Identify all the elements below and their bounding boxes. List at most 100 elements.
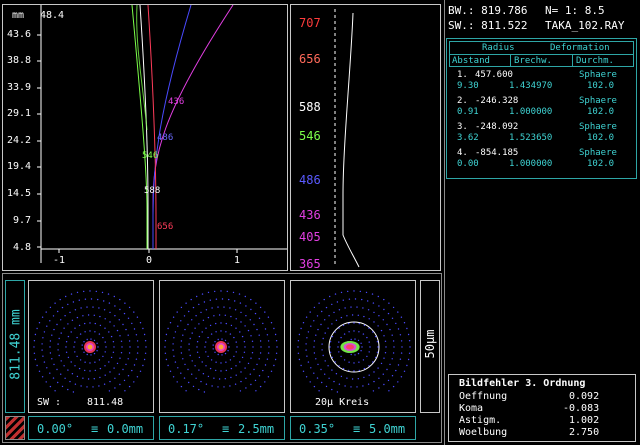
grid-dot (109, 380, 111, 383)
grid-dot (136, 340, 139, 342)
grid-dot (190, 298, 192, 301)
grid-dot (391, 334, 393, 336)
grid-dot (133, 381, 135, 383)
grid-dot (191, 360, 193, 362)
grid-dot (363, 376, 365, 379)
aberration-label: Woelbung (459, 427, 508, 438)
grid-dot (194, 327, 196, 329)
table-row[interactable]: 2. -246.328 Sphaere 0.91 1.000000 102.0 (447, 97, 636, 119)
grid-dot (233, 336, 235, 339)
grid-dot (53, 363, 55, 366)
grid-dot (119, 308, 121, 311)
grid-dot (353, 362, 355, 364)
grid-dot (207, 355, 209, 358)
grid-dot (54, 302, 56, 304)
grid-dot (384, 340, 387, 342)
grid-dot (38, 370, 41, 372)
grid-dot (51, 358, 53, 360)
aberration-summary: Bildfehler 3. Ordnung Oeffnung 0.092 Kom… (448, 374, 636, 442)
row-abstand: 9.30 (457, 81, 479, 91)
grid-dot (270, 322, 273, 324)
grid-dot (408, 340, 411, 342)
grid-dot (205, 351, 207, 353)
grid-dot (109, 311, 111, 314)
grid-dot (114, 387, 116, 389)
grid-dot (357, 352, 360, 355)
grid-dot (119, 298, 121, 301)
col-deformation: Deformation (550, 43, 610, 53)
grid-dot (113, 325, 115, 327)
grid-dot (110, 356, 113, 359)
grid-dot (67, 303, 69, 306)
grid-dot (350, 386, 352, 388)
grid-dot (196, 341, 199, 343)
row-abstand: 3.62 (457, 133, 479, 143)
field-box-3[interactable]: 0.35° ≡ 5.0mm (290, 416, 416, 440)
aberration-label: Astigm. (459, 415, 502, 426)
field-height: 0.0mm (107, 422, 144, 436)
grid-dot (408, 352, 411, 354)
aperture-value: N= 1: 8.5 (545, 4, 605, 17)
grid-dot (230, 376, 232, 379)
grid-dot (235, 327, 237, 329)
grid-dot (203, 301, 206, 303)
grid-dot (317, 363, 319, 366)
grid-dot (384, 352, 387, 354)
grid-dot (108, 331, 110, 333)
grid-dot (388, 390, 390, 392)
grid-dot (49, 346, 51, 348)
row-brechw: 1.000000 (509, 159, 553, 169)
grid-dot (315, 358, 317, 360)
grid-dot (144, 352, 147, 354)
grid-dot (41, 316, 44, 318)
grid-dot (61, 385, 64, 388)
grid-dot (228, 346, 230, 348)
y-tick-label: 33.9 (7, 82, 32, 93)
grid-dot (300, 327, 302, 330)
grid-dot (385, 346, 387, 348)
field-box-1[interactable]: 0.00° ≡ 0.0mm (28, 416, 154, 440)
table-row[interactable]: 4. -854.185 Sphaere 0.00 1.000000 102.0 (447, 149, 636, 171)
spot-panel-3[interactable]: 20µ Kreis (290, 280, 416, 413)
spot-panel-1[interactable]: SW : 811.48 (28, 280, 154, 413)
row-deform: Sphaere (579, 70, 617, 80)
grid-dot (207, 375, 210, 378)
grid-dot (353, 322, 355, 324)
grid-dot (368, 318, 370, 320)
grid-dot (45, 311, 47, 313)
grid-dot (392, 385, 395, 388)
grid-dot (302, 322, 305, 324)
grid-dot (366, 355, 368, 358)
spot-core (218, 344, 224, 350)
grid-dot (251, 352, 254, 354)
grid-dot (334, 293, 337, 295)
grid-dot (59, 298, 61, 301)
grid-dot (131, 369, 133, 372)
grid-dot (331, 369, 333, 371)
grid-dot (98, 385, 100, 387)
grid-dot (298, 333, 301, 336)
grid-dot (198, 369, 200, 371)
grid-dot (120, 352, 123, 354)
grid-dot (383, 335, 385, 337)
grid-dot (305, 316, 308, 318)
grid-dot (395, 322, 397, 325)
grid-dot (387, 379, 390, 382)
grid-dot (65, 346, 67, 348)
field-box-2[interactable]: 0.17° ≡ 2.5mm (159, 416, 285, 440)
spot-panel-2[interactable] (159, 280, 285, 413)
table-row[interactable]: 1. 457.600 Sphaere 9.30 1.434970 102.0 (447, 71, 636, 93)
grid-dot (298, 358, 301, 361)
grid-dot (258, 375, 261, 377)
table-row[interactable]: 3. -248.092 Sphaere 3.62 1.523650 102.0 (447, 123, 636, 145)
grid-dot (313, 352, 316, 354)
grid-dot (180, 306, 183, 309)
grid-dot (245, 377, 247, 379)
grid-dot (34, 358, 37, 361)
grid-dot (65, 341, 68, 343)
grid-dot (200, 311, 202, 314)
grid-dot (200, 380, 202, 383)
grid-dot (184, 363, 186, 366)
grid-dot (347, 290, 349, 293)
grid-dot (240, 371, 242, 373)
